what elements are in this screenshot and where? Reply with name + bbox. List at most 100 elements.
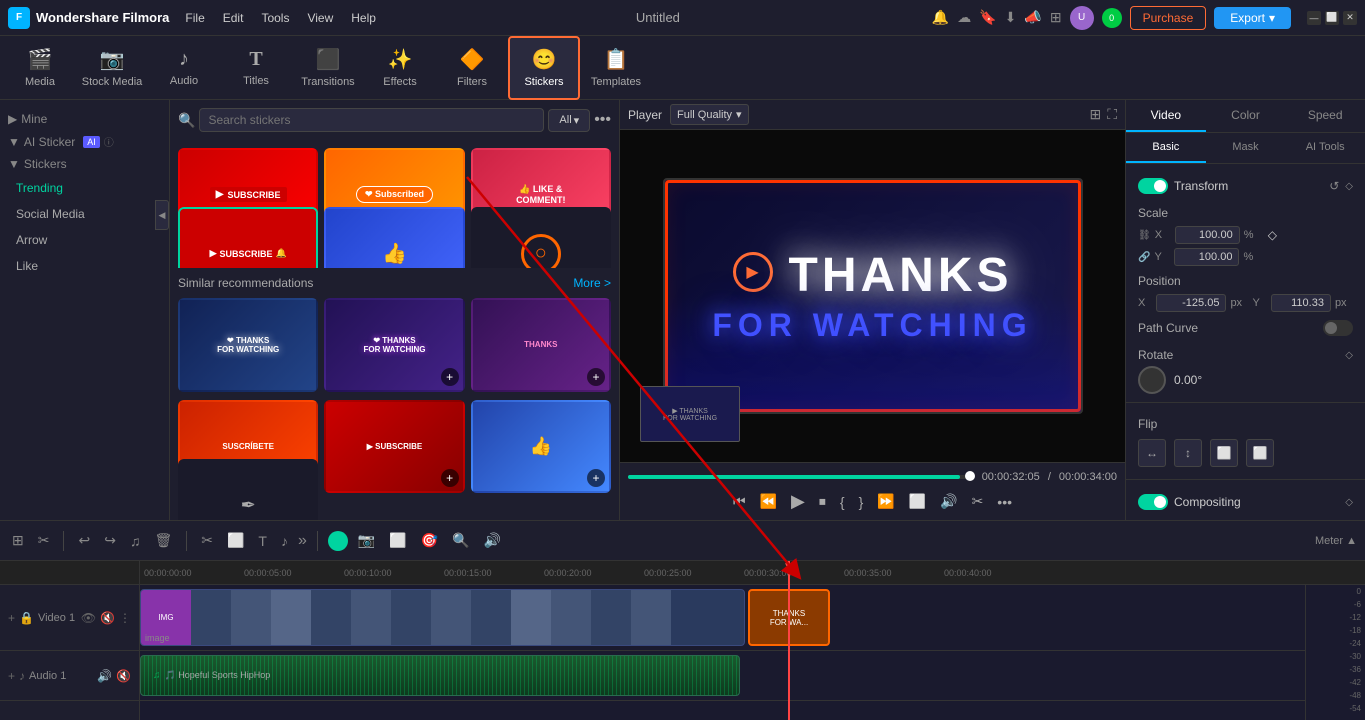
sticker-clip[interactable]: THANKSFOR WA... [748, 589, 830, 646]
sidebar-item-like[interactable]: Like [0, 253, 169, 279]
music-button[interactable]: ♫ [126, 529, 145, 553]
audio-eye-icon[interactable]: 🔊 [97, 669, 112, 683]
similar-add-btn-2[interactable]: + [441, 368, 459, 386]
scale-x-input[interactable] [1175, 226, 1240, 244]
mark-out-button[interactable]: } [855, 490, 868, 514]
position-x-input[interactable] [1156, 294, 1226, 312]
audio-tl-button[interactable]: ♪ [277, 529, 292, 553]
quality-selector[interactable]: Full Quality ▾ [670, 104, 749, 125]
compositing-toggle[interactable] [1138, 494, 1168, 510]
export-button[interactable]: Export ▾ [1214, 7, 1291, 29]
filter-dropdown[interactable]: All ▾ [548, 109, 590, 132]
redo-button[interactable]: ↪ [100, 528, 120, 553]
menu-view[interactable]: View [299, 7, 341, 29]
audio-clip-main[interactable]: ♫ 🎵 Hopeful Sports HipHop [140, 655, 740, 696]
scale-y-input[interactable] [1174, 248, 1239, 266]
video-add-icon[interactable]: + [8, 611, 15, 625]
section-stickers[interactable]: ▼ Stickers [0, 153, 169, 175]
apps-icon[interactable]: ⊞ [1050, 9, 1062, 26]
compositing-diamond-icon[interactable]: ◇ [1345, 497, 1353, 508]
sidebar-item-arrow[interactable]: Arrow [0, 227, 169, 253]
tl-more-button[interactable]: » [298, 532, 307, 550]
more-button[interactable]: ••• [993, 490, 1016, 514]
video-more-icon[interactable]: ⋮ [119, 611, 131, 625]
forward-button[interactable]: ⏩ [873, 489, 898, 514]
toolbar-effects[interactable]: ✨ Effects [364, 36, 436, 100]
record-button[interactable] [328, 531, 348, 551]
camera-button[interactable]: 📷 [354, 528, 379, 553]
similar-sticker-3[interactable]: THANKS + [471, 298, 611, 392]
video-eye-icon[interactable]: 👁 [81, 611, 96, 625]
play-button[interactable]: ▶ [787, 487, 809, 516]
flip-option-3[interactable]: ⬜ [1210, 439, 1238, 467]
bottom-add-btn-2[interactable]: + [441, 469, 459, 487]
cloud-icon[interactable]: ☁ [957, 9, 971, 26]
toolbar-transitions[interactable]: ⬛ Transitions [292, 36, 364, 100]
fullscreen-icon[interactable]: ⛶ [1107, 106, 1117, 123]
notification-icon[interactable]: 🔔 [932, 9, 949, 26]
sticker-more-button[interactable]: ••• [594, 111, 611, 129]
stabilize-button[interactable]: 🎯 [417, 528, 442, 553]
audio-music-icon[interactable]: ♪ [19, 669, 25, 683]
user-avatar[interactable]: U [1070, 6, 1094, 30]
menu-help[interactable]: Help [343, 7, 384, 29]
bottom-sticker-2[interactable]: ▶ SUBSCRIBE + [324, 400, 464, 494]
bottom-sticker-3[interactable]: 👍 + [471, 400, 611, 494]
toolbar-media[interactable]: 🎬 Media [4, 36, 76, 100]
maximize-button[interactable]: ⬜ [1325, 11, 1339, 25]
video-mute-icon[interactable]: 🔇 [100, 611, 115, 625]
rotate-diamond-icon[interactable]: ◇ [1345, 350, 1353, 361]
video-clip-main[interactable]: IMG image [140, 589, 745, 646]
toolbar-stickers[interactable]: 😊 Stickers [508, 36, 580, 100]
bookmark-icon[interactable]: 🔖 [979, 9, 996, 26]
close-button[interactable]: ✕ [1343, 11, 1357, 25]
bell-icon[interactable]: 📣 [1024, 9, 1041, 26]
mark-in-button[interactable]: { [836, 490, 849, 514]
flip-vertical-button[interactable]: ↕ [1174, 439, 1202, 467]
audio-mute-icon[interactable]: 🔇 [116, 669, 131, 683]
toolbar-audio[interactable]: ♪ Audio [148, 36, 220, 100]
menu-tools[interactable]: Tools [253, 7, 297, 29]
sticker-thumb-arrow[interactable]: ○ + [471, 207, 611, 268]
path-curve-toggle[interactable] [1323, 320, 1353, 336]
section-ai-sticker[interactable]: ▼ AI Sticker AI ⓘ [0, 130, 169, 153]
audio-button[interactable]: 🔊 [936, 489, 961, 514]
grid-view-icon[interactable]: ⊞ [1089, 106, 1101, 123]
menu-edit[interactable]: Edit [215, 7, 252, 29]
text-button[interactable]: T [254, 529, 271, 553]
similar-add-btn-3[interactable]: + [587, 368, 605, 386]
section-mine[interactable]: ▶ Mine [0, 108, 169, 130]
toolbar-filters[interactable]: 🔶 Filters [436, 36, 508, 100]
download-icon[interactable]: ⬇ [1005, 9, 1017, 26]
minimize-button[interactable]: — [1307, 11, 1321, 25]
tab-video[interactable]: Video [1126, 100, 1206, 132]
delete-button[interactable]: 🗑 [150, 528, 176, 553]
flip-option-4[interactable]: ⬜ [1246, 439, 1274, 467]
search-input[interactable] [199, 108, 544, 132]
rotate-dial[interactable] [1138, 366, 1166, 394]
transform-reset-icon[interactable]: ↺ [1329, 179, 1339, 193]
pip-button[interactable]: ⬜ [385, 528, 410, 553]
scale-x-diamond[interactable]: ◇ [1268, 228, 1277, 242]
bottom-sticker-4[interactable]: ✒ + [178, 459, 318, 520]
skip-back-button[interactable]: ⏮ [729, 489, 750, 514]
sidebar-item-trending[interactable]: Trending [0, 175, 169, 201]
menu-file[interactable]: File [177, 7, 212, 29]
transform-toggle[interactable] [1138, 178, 1168, 194]
position-y-input[interactable] [1271, 294, 1331, 312]
progress-thumb[interactable] [965, 471, 975, 481]
volume-button[interactable]: 🔊 [480, 528, 505, 553]
progress-bar[interactable] [628, 475, 974, 479]
sub-tab-ai-tools[interactable]: AI Tools [1285, 133, 1365, 163]
split-button[interactable]: ✂ [34, 528, 54, 553]
rewind-button[interactable]: ⏪ [756, 489, 781, 514]
panel-collapse-btn[interactable]: ◀ [155, 200, 169, 230]
sticker-thumb-thumbs[interactable]: 👍 + [324, 207, 464, 268]
scissors-button[interactable]: ✂ [968, 489, 988, 514]
add-track-button[interactable]: ⊞ [8, 528, 28, 553]
crop-button[interactable]: ⬜ [905, 489, 930, 514]
stop-button[interactable]: ⏹ [815, 489, 830, 514]
flip-horizontal-button[interactable]: ↔ [1138, 439, 1166, 467]
toolbar-templates[interactable]: 📋 Templates [580, 36, 652, 100]
audio-add-icon[interactable]: + [8, 669, 15, 683]
